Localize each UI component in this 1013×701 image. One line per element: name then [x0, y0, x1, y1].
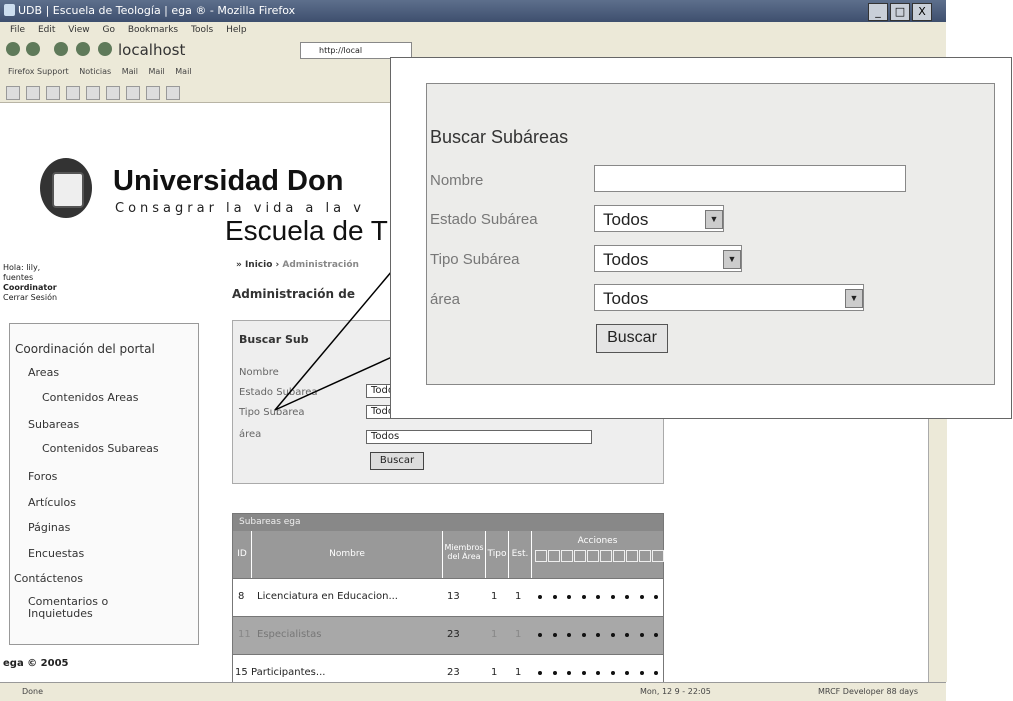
zoomed-search-panel: Buscar Subáreas Nombre Estado Subárea Ti…: [426, 83, 995, 385]
zoom-label-estado: Estado Subárea: [430, 211, 538, 228]
zoom-estado-select[interactable]: Todos ▼: [594, 205, 724, 232]
zoom-nombre-input[interactable]: [594, 165, 906, 192]
zoom-tipo-value: Todos: [603, 250, 649, 269]
zoom-estado-value: Todos: [603, 210, 649, 229]
zoom-label-tipo: Tipo Subárea: [430, 251, 520, 268]
zoom-area-value: Todos: [603, 289, 649, 308]
zoom-area-select[interactable]: Todos ▼: [594, 284, 864, 311]
chevron-down-icon[interactable]: ▼: [705, 210, 723, 229]
zoom-label-nombre: Nombre: [430, 172, 484, 189]
zoom-tipo-select[interactable]: Todos ▼: [594, 245, 742, 272]
zoom-title: Buscar Subáreas: [430, 127, 569, 147]
zoomed-search-callout: Buscar Subáreas Nombre Estado Subárea Ti…: [390, 57, 1012, 419]
zoom-search-button[interactable]: Buscar: [596, 324, 668, 353]
zoom-label-area: área: [430, 291, 461, 308]
chevron-down-icon[interactable]: ▼: [723, 250, 741, 269]
chevron-down-icon[interactable]: ▼: [845, 289, 863, 308]
